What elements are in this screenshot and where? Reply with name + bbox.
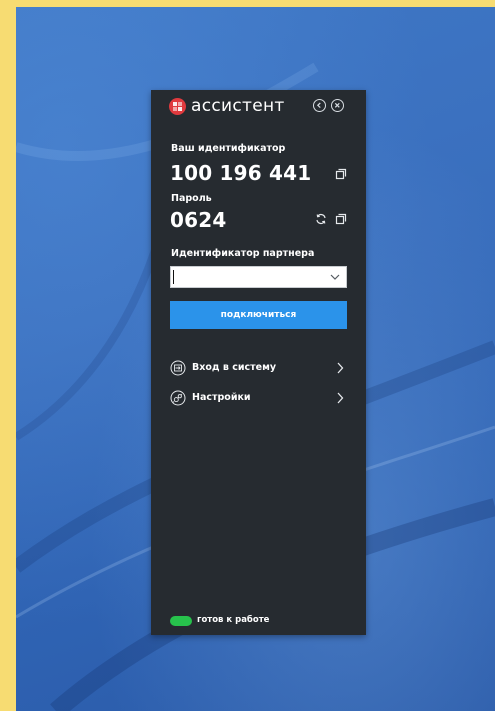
menu-item-login[interactable]: Вход в систему bbox=[170, 359, 350, 379]
titlebar[interactable]: ассистент bbox=[151, 90, 366, 124]
assistant-window: ассистент Ваш идентификатор 100 196 441 … bbox=[151, 90, 366, 635]
close-icon[interactable] bbox=[331, 99, 344, 112]
chevron-right-icon bbox=[337, 392, 344, 404]
partner-id-label: Идентификатор партнера bbox=[171, 248, 315, 259]
refresh-password-icon[interactable] bbox=[315, 213, 327, 225]
app-logo-icon bbox=[169, 98, 186, 115]
password-value: 0624 bbox=[170, 208, 227, 232]
status-indicator bbox=[170, 616, 192, 626]
app-title: ассистент bbox=[191, 96, 285, 116]
your-id-label: Ваш идентификатор bbox=[171, 143, 286, 154]
text-caret bbox=[173, 270, 174, 284]
connect-button[interactable]: подключиться bbox=[170, 301, 347, 329]
menu-item-label: Вход в систему bbox=[192, 362, 277, 373]
login-icon bbox=[170, 360, 186, 376]
status-text: готов к работе bbox=[197, 615, 270, 625]
chevron-right-icon bbox=[337, 362, 344, 374]
chevron-down-icon[interactable] bbox=[330, 273, 340, 281]
settings-icon bbox=[170, 390, 186, 406]
back-icon[interactable] bbox=[313, 99, 326, 112]
copy-id-icon[interactable] bbox=[335, 168, 347, 180]
partner-id-input[interactable] bbox=[170, 266, 347, 288]
menu-item-label: Настройки bbox=[192, 392, 251, 403]
menu-item-settings[interactable]: Настройки bbox=[170, 389, 350, 409]
password-label: Пароль bbox=[171, 193, 212, 204]
your-id-value: 100 196 441 bbox=[170, 161, 312, 185]
copy-password-icon[interactable] bbox=[335, 213, 347, 225]
